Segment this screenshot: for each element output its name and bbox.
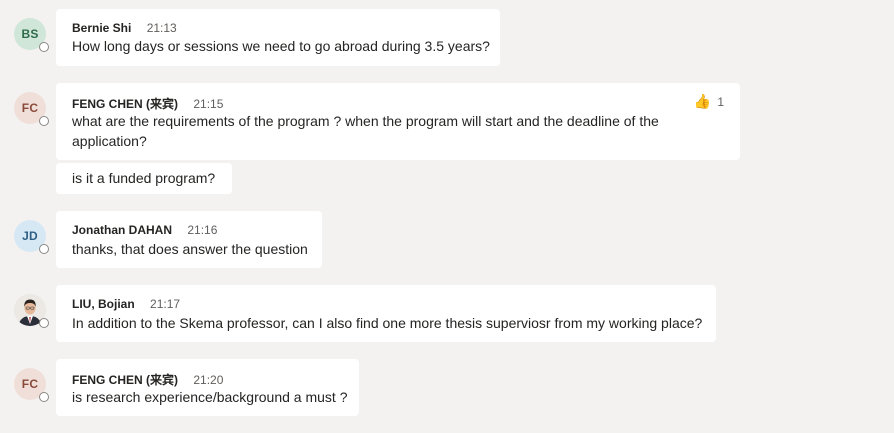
message-bubble[interactable]: Jonathan DAHAN 21:16 thanks, that does a… <box>56 211 322 268</box>
message-text-line-1: what are the requirements of the program… <box>72 113 659 129</box>
message-text: thanks, that does answer the question <box>72 241 308 257</box>
message-header: Bernie Shi 21:13 <box>72 21 177 35</box>
avatar[interactable]: FC <box>14 368 49 402</box>
avatar[interactable]: JD <box>14 220 49 254</box>
presence-status-icon <box>39 116 49 126</box>
timestamp: 21:13 <box>146 21 177 35</box>
message-text-line-2: application? <box>72 133 147 149</box>
message-bubble[interactable]: LIU, Bojian 21:17 In addition to the Ske… <box>56 285 716 342</box>
message-header: FENG CHEN (来宾) 21:20 <box>72 371 223 388</box>
presence-status-icon <box>39 42 49 52</box>
author-name[interactable]: LIU, Bojian <box>72 297 135 311</box>
message-header: FENG CHEN (来宾) 21:15 <box>72 95 223 112</box>
avatar-initials: BS <box>21 27 39 41</box>
message-header: LIU, Bojian 21:17 <box>72 297 180 311</box>
avatar-photo[interactable] <box>14 294 49 328</box>
followup-message-text: is it a funded program? <box>72 170 216 186</box>
avatar-initials: FC <box>21 101 39 115</box>
message-text: In addition to the Skema professor, can … <box>72 315 703 331</box>
reaction-count: 1 <box>717 94 724 109</box>
author-name[interactable]: FENG CHEN (来宾) <box>72 97 178 111</box>
timestamp: 21:20 <box>193 373 224 387</box>
timestamp: 21:15 <box>193 97 224 111</box>
timestamp: 21:16 <box>187 223 218 237</box>
reaction-summary[interactable]: 👍 1 <box>694 93 724 110</box>
avatar-initials: FC <box>21 377 39 391</box>
message-text: is research experience/background a must… <box>72 389 348 405</box>
message-bubble[interactable]: FENG CHEN (来宾) 21:15 what are the requir… <box>56 83 740 160</box>
thumbs-up-icon: 👍 <box>693 93 712 109</box>
author-name[interactable]: Bernie Shi <box>72 21 131 35</box>
message-bubble[interactable]: FENG CHEN (来宾) 21:20 is research experie… <box>56 359 359 416</box>
presence-status-icon <box>39 244 49 254</box>
avatar[interactable]: BS <box>14 18 49 52</box>
message-bubble[interactable]: Bernie Shi 21:13 How long days or sessio… <box>56 9 500 66</box>
timestamp: 21:17 <box>150 297 181 311</box>
presence-status-icon <box>39 392 49 402</box>
message-text: How long days or sessions we need to go … <box>72 38 490 54</box>
author-name[interactable]: FENG CHEN (来宾) <box>72 373 178 387</box>
followup-message-bubble[interactable]: is it a funded program? <box>56 163 232 194</box>
message-header: Jonathan DAHAN 21:16 <box>72 223 217 237</box>
avatar-initials: JD <box>22 229 38 243</box>
presence-status-icon <box>39 318 49 328</box>
avatar[interactable]: FC <box>14 92 49 126</box>
author-name[interactable]: Jonathan DAHAN <box>72 223 172 237</box>
